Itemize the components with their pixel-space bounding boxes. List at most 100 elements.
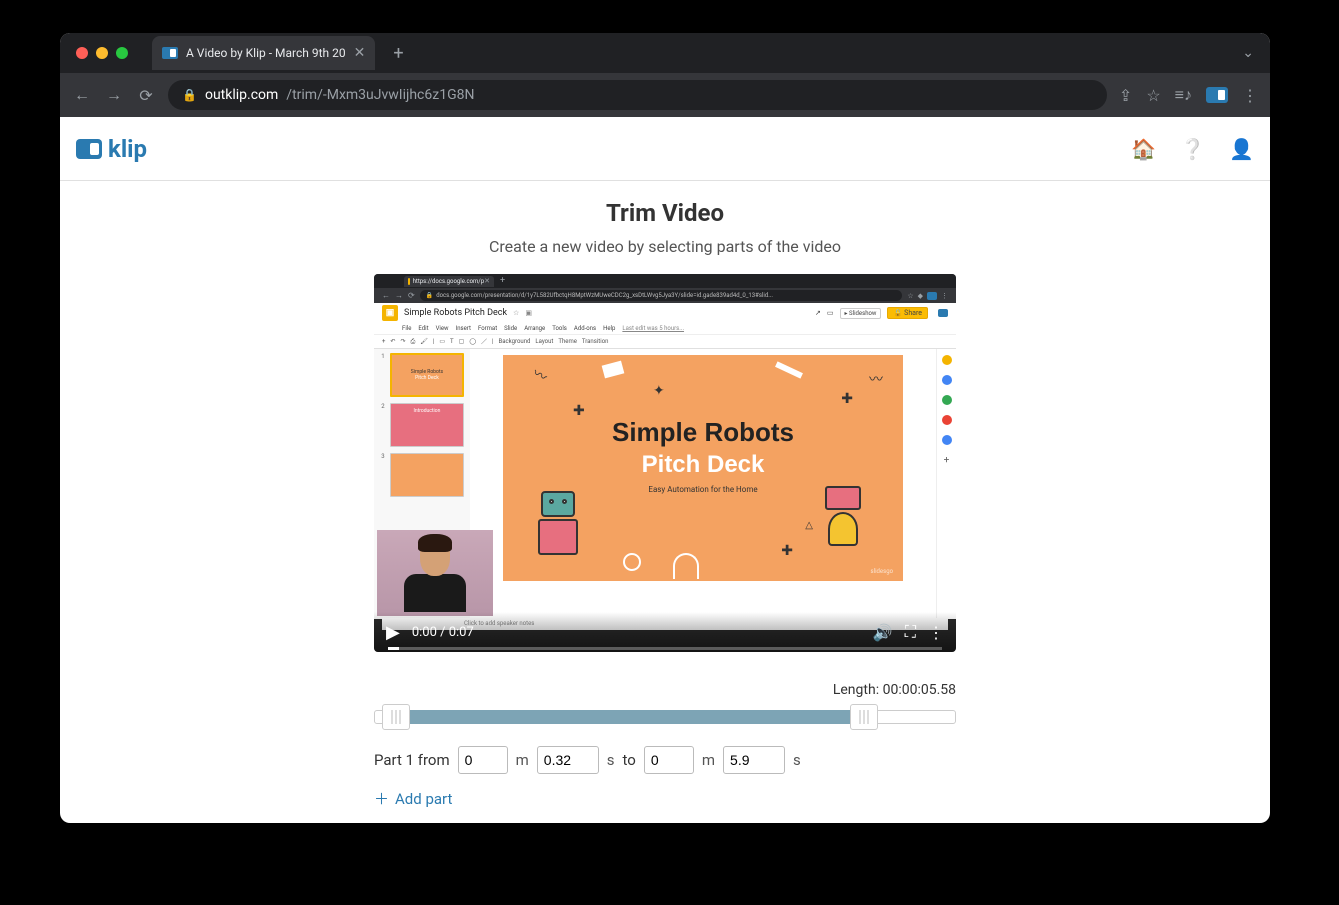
menu-file: File bbox=[402, 325, 411, 332]
kebab-menu-icon[interactable]: ⋮ bbox=[928, 623, 944, 642]
share-icon[interactable]: ⇪ bbox=[1119, 86, 1132, 105]
decoration-icon: 〰 bbox=[869, 369, 883, 389]
line-icon: ／ bbox=[481, 337, 487, 346]
decoration-icon: 〰 bbox=[529, 363, 551, 387]
play-icon[interactable]: ▶ bbox=[386, 622, 400, 643]
decoration-icon bbox=[775, 361, 803, 378]
camera-icon bbox=[938, 309, 948, 317]
doc-title: Simple Robots Pitch Deck bbox=[404, 308, 507, 318]
inner-toolbar: ← → ⟳ 🔒 docs.google.com/presentation/d/1… bbox=[374, 288, 956, 303]
robot-illustration-icon bbox=[528, 491, 588, 571]
fullscreen-icon[interactable]: ⛶ bbox=[905, 622, 916, 642]
to-sec-input[interactable] bbox=[723, 746, 785, 774]
page-subtitle: Create a new video by selecting parts of… bbox=[60, 237, 1270, 256]
volume-icon[interactable]: 🔊 bbox=[873, 623, 893, 642]
new-tab-button[interactable]: + bbox=[383, 43, 413, 64]
star-icon[interactable]: ☆ bbox=[1146, 86, 1160, 105]
playlist-icon[interactable]: ≡♪ bbox=[1175, 85, 1192, 105]
home-icon[interactable]: 🏠 bbox=[1131, 137, 1156, 161]
print-icon: ⎙ bbox=[410, 338, 415, 346]
logo[interactable]: klip bbox=[76, 135, 147, 163]
comments-icon: ▭ bbox=[827, 309, 834, 317]
tb-background: Background bbox=[499, 338, 531, 345]
inner-url: docs.google.com/presentation/d/1y7L582Uf… bbox=[436, 292, 773, 299]
forward-icon[interactable]: → bbox=[104, 85, 124, 105]
star-icon: ☆ bbox=[513, 309, 519, 317]
back-icon: ← bbox=[382, 291, 390, 300]
slides-menu-bar: File Edit View Insert Format Slide Arran… bbox=[374, 323, 956, 335]
decoration-icon: ✦ bbox=[653, 383, 665, 399]
rail-icon bbox=[942, 415, 952, 425]
slides-logo-icon: ▣ bbox=[382, 305, 398, 321]
camera-icon bbox=[927, 292, 937, 300]
url-path: /trim/-Mxm3uJvwIijhc6z1G8N bbox=[286, 87, 474, 103]
unit-s: s bbox=[607, 751, 615, 769]
decoration-icon: ✚ bbox=[841, 391, 853, 407]
chevron-down-icon[interactable]: ⌄ bbox=[1242, 45, 1270, 61]
decoration-icon bbox=[623, 553, 641, 571]
folder-icon: ▣ bbox=[525, 309, 532, 317]
from-min-input[interactable] bbox=[458, 746, 508, 774]
toolbar: ← → ⟳ 🔒 outklip.com/trim/-Mxm3uJvwIijhc6… bbox=[60, 73, 1270, 117]
close-icon: ✕ bbox=[484, 277, 490, 285]
inner-address-bar: 🔒 docs.google.com/presentation/d/1y7L582… bbox=[420, 290, 903, 301]
chrome-chrome-top: A Video by Klip - March 9th 20 ✕ + ⌄ ← →… bbox=[60, 33, 1270, 117]
trim-slider[interactable] bbox=[374, 704, 956, 730]
decoration-icon bbox=[673, 553, 699, 579]
add-part-label: Add part bbox=[395, 790, 452, 808]
to-min-input[interactable] bbox=[644, 746, 694, 774]
browser-tab[interactable]: A Video by Klip - March 9th 20 ✕ bbox=[152, 36, 375, 70]
slide-canvas: 〰 ✦ ✚ ✚ 〰 △ ✚ Simple Robots Pitch Deck E bbox=[470, 349, 936, 619]
webcam-overlay bbox=[377, 530, 493, 616]
from-sec-input[interactable] bbox=[537, 746, 599, 774]
slider-handle-left[interactable] bbox=[382, 704, 410, 730]
inner-browser-tab: https://docs.google.com/p ✕ bbox=[404, 276, 494, 287]
menu-edit: Edit bbox=[418, 325, 428, 332]
length-label: Length: 00:00:05.58 bbox=[374, 682, 956, 698]
camera-icon bbox=[162, 47, 178, 59]
rail-icon bbox=[942, 395, 952, 405]
menu-addons: Add-ons bbox=[574, 325, 596, 332]
part-from-label: Part 1 from bbox=[374, 751, 450, 769]
video-player[interactable]: https://docs.google.com/p ✕ + ← → ⟳ 🔒 do… bbox=[374, 274, 956, 652]
add-part-button[interactable]: ＋ Add part bbox=[374, 788, 452, 809]
decoration-icon: ✚ bbox=[781, 543, 793, 559]
plus-icon: + bbox=[382, 338, 385, 345]
cursor-icon: ▭ bbox=[439, 338, 445, 345]
window-minimize-icon[interactable] bbox=[96, 47, 108, 59]
menu-arrange: Arrange bbox=[524, 325, 545, 332]
window-close-icon[interactable] bbox=[76, 47, 88, 59]
slider-handle-right[interactable] bbox=[850, 704, 878, 730]
close-icon[interactable]: ✕ bbox=[354, 45, 366, 61]
paint-icon: 🖌 bbox=[420, 338, 428, 345]
progress-bar[interactable] bbox=[388, 647, 942, 650]
plus-icon: + bbox=[500, 276, 505, 286]
thumbnail-2: 2Introduction bbox=[380, 403, 464, 447]
menu-slide: Slide bbox=[504, 325, 517, 332]
slide-subtitle: Pitch Deck bbox=[503, 451, 903, 479]
menu-tools: Tools bbox=[552, 325, 567, 332]
side-rail: + bbox=[936, 349, 956, 619]
address-bar[interactable]: 🔒 outklip.com/trim/-Mxm3uJvwIijhc6z1G8N bbox=[168, 80, 1107, 110]
slide-title: Simple Robots bbox=[503, 417, 903, 448]
help-icon[interactable]: ❔ bbox=[1180, 137, 1205, 161]
user-icon[interactable]: 👤 bbox=[1229, 137, 1254, 161]
window-maximize-icon[interactable] bbox=[116, 47, 128, 59]
add-part-row: ＋ Add part bbox=[374, 788, 956, 809]
tb-layout: Layout bbox=[535, 338, 553, 345]
reload-icon[interactable]: ⟳ bbox=[136, 86, 156, 105]
back-icon[interactable]: ← bbox=[72, 85, 92, 105]
last-edit: Last edit was 5 hours... bbox=[622, 325, 684, 332]
slideshow-button: ▸ Slideshow bbox=[840, 308, 882, 319]
time-display: 0:00 / 0:07 bbox=[412, 625, 474, 640]
unit-m: m bbox=[516, 751, 529, 769]
decoration-icon bbox=[602, 361, 625, 379]
share-button: 🔒 Share bbox=[887, 307, 928, 319]
menu-view: View bbox=[436, 325, 449, 332]
url-host: outklip.com bbox=[205, 87, 278, 103]
camera-extension-icon[interactable] bbox=[1206, 87, 1228, 103]
tb-theme: Theme bbox=[558, 338, 577, 345]
kebab-menu-icon[interactable]: ⋮ bbox=[1242, 86, 1258, 105]
thumbnail-1: 1Simple RobotsPitch Deck bbox=[380, 353, 464, 397]
rail-icon bbox=[942, 435, 952, 445]
